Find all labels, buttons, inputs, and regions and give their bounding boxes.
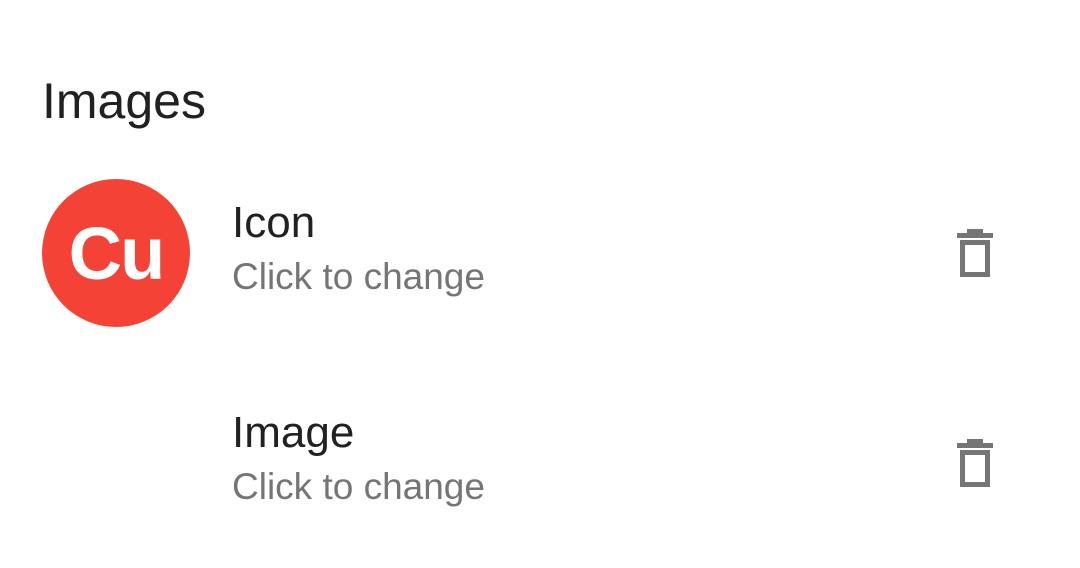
delete-icon-button[interactable] bbox=[940, 428, 1010, 498]
section-title: Images bbox=[42, 73, 206, 129]
list-item-text[interactable]: Icon Click to change bbox=[232, 196, 485, 304]
avatar[interactable]: Cu bbox=[42, 179, 190, 327]
trash-icon bbox=[957, 439, 993, 487]
list-item-image[interactable]: Image Click to change bbox=[0, 368, 1080, 558]
avatar-label: Cu bbox=[68, 211, 166, 295]
list-item-subtitle: Click to change bbox=[232, 466, 485, 507]
list-item-title: Icon bbox=[232, 198, 316, 247]
list-item-text[interactable]: Image Click to change bbox=[232, 406, 485, 514]
delete-icon-button[interactable] bbox=[940, 218, 1010, 288]
list-item-title: Image bbox=[232, 408, 355, 457]
list-item-icon[interactable]: Cu Icon Click to change bbox=[0, 158, 1080, 348]
trash-icon bbox=[957, 229, 993, 277]
images-settings-page: Images Cu Icon Click to change Image Cli… bbox=[0, 0, 1080, 568]
list-item-subtitle: Click to change bbox=[232, 256, 485, 297]
